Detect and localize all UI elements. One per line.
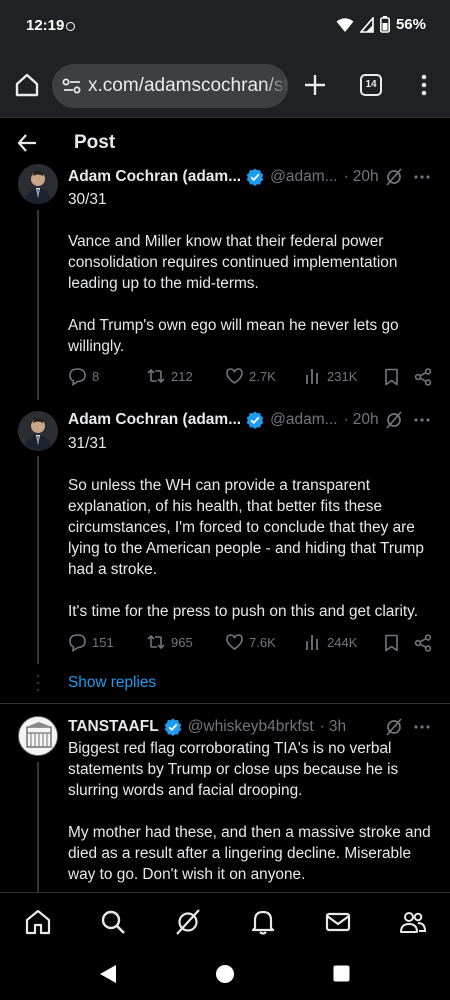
status-bar: 12:19 56%: [0, 0, 450, 52]
author-name[interactable]: TANSTAAFL: [68, 718, 159, 736]
view-count: 231K: [327, 368, 358, 384]
reply-icon: [69, 368, 86, 386]
like-button[interactable]: 2.7K: [225, 367, 276, 385]
repost-icon: [147, 368, 165, 384]
bookmark-icon[interactable]: [384, 634, 399, 652]
address-bar[interactable]: x.com/adamscochran/sta: [52, 64, 288, 108]
author-handle[interactable]: @adam...: [270, 168, 337, 186]
views-button[interactable]: 244K: [304, 633, 357, 651]
views-button[interactable]: 231K: [304, 367, 357, 385]
site-settings-icon[interactable]: [62, 77, 82, 95]
system-back-icon[interactable]: [99, 964, 117, 984]
more-options-icon[interactable]: [414, 418, 430, 422]
battery-percent: 56%: [395, 16, 426, 33]
more-options-icon[interactable]: [414, 725, 430, 729]
grok-icon[interactable]: [174, 908, 202, 936]
author-name[interactable]: Adam Cochran (adam...: [68, 411, 241, 429]
home-button[interactable]: [14, 72, 40, 98]
author-handle[interactable]: @adam...: [270, 411, 337, 429]
tweet-text: 31/31 So unless the WH can provide a tra…: [68, 435, 424, 620]
grok-icon[interactable]: [385, 168, 403, 186]
tweet-actions: 151 965 7.6K 244K: [68, 633, 438, 655]
tweet[interactable]: TANSTAAFL @whiskeyb4brkfst · 3h Biggest …: [0, 716, 450, 892]
view-count: 244K: [327, 634, 358, 650]
author-name[interactable]: Adam Cochran (adam...: [68, 168, 241, 186]
repost-count: 965: [171, 634, 193, 650]
author-handle[interactable]: @whiskeyb4brkfst: [188, 718, 314, 736]
notifications-icon[interactable]: [249, 908, 277, 936]
like-button[interactable]: 7.6K: [225, 633, 276, 651]
back-arrow-icon[interactable]: [16, 132, 38, 154]
views-icon: [306, 369, 318, 384]
reply-button[interactable]: 8: [68, 367, 99, 386]
avatar[interactable]: [18, 411, 58, 451]
reply-icon: [69, 634, 86, 652]
verified-badge-icon: [246, 168, 264, 186]
more-options-icon[interactable]: [414, 175, 430, 179]
search-icon[interactable]: [99, 908, 127, 936]
repost-icon: [147, 634, 165, 650]
like-count: 7.6K: [249, 634, 276, 650]
reply-count: 8: [92, 369, 100, 384]
browser-toolbar: x.com/adamscochran/sta 14: [0, 52, 450, 118]
system-recents-icon[interactable]: [333, 965, 350, 982]
page-title: Post: [74, 132, 116, 153]
like-count: 2.7K: [249, 368, 276, 384]
divider: [0, 703, 450, 704]
communities-icon[interactable]: [399, 908, 427, 936]
heart-icon: [226, 634, 243, 650]
messages-icon[interactable]: [324, 908, 352, 936]
share-icon[interactable]: [414, 634, 432, 652]
avatar[interactable]: [18, 716, 58, 756]
home-icon[interactable]: [24, 908, 52, 936]
url-text: x.com/adamscochran/sta: [88, 75, 288, 96]
status-time: 12:19: [26, 17, 65, 34]
tab-switcher-button[interactable]: 14: [360, 74, 382, 96]
share-icon[interactable]: [414, 368, 432, 386]
reply-button[interactable]: 151: [68, 633, 114, 652]
repost-button[interactable]: 212: [146, 367, 193, 385]
verified-badge-icon: [164, 718, 181, 736]
heart-icon: [226, 368, 243, 384]
tweet-time[interactable]: 20h: [353, 411, 379, 429]
tweet[interactable]: Adam Cochran (adam... @adam... · 20h 30/…: [0, 164, 450, 400]
wifi-icon: [336, 17, 354, 32]
verified-badge-icon: [246, 411, 264, 429]
avatar[interactable]: [18, 164, 58, 204]
tweet-time[interactable]: 20h: [353, 168, 379, 186]
views-icon: [306, 635, 318, 650]
bookmark-icon[interactable]: [384, 368, 399, 386]
system-home-icon[interactable]: [215, 964, 235, 984]
tweet-actions: 8 212 2.7K 231K: [68, 367, 438, 389]
post-header: Post: [0, 118, 450, 166]
thread-dots-icon: [36, 674, 40, 692]
system-navigation-bar: [0, 950, 450, 1000]
tweet-text: Biggest red flag corroborating TIA's is …: [68, 740, 431, 883]
reply-count: 151: [92, 635, 114, 650]
browser-menu-button[interactable]: [420, 72, 428, 98]
cell-signal-icon: [359, 16, 374, 33]
repost-count: 212: [171, 368, 193, 384]
tweet-text: 30/31 Vance and Miller know that their f…: [68, 191, 399, 355]
tweet[interactable]: Adam Cochran (adam... @adam... · 20h 31/…: [0, 409, 450, 665]
grok-icon[interactable]: [385, 411, 403, 429]
grok-icon[interactable]: [385, 718, 403, 736]
repost-button[interactable]: 965: [146, 633, 193, 651]
notification-dot-icon: [66, 22, 75, 31]
new-tab-button[interactable]: [302, 72, 328, 98]
bottom-nav: [0, 892, 450, 950]
tweet-time[interactable]: 3h: [329, 718, 346, 736]
show-replies-link[interactable]: Show replies: [68, 674, 156, 692]
battery-icon: [379, 16, 390, 33]
